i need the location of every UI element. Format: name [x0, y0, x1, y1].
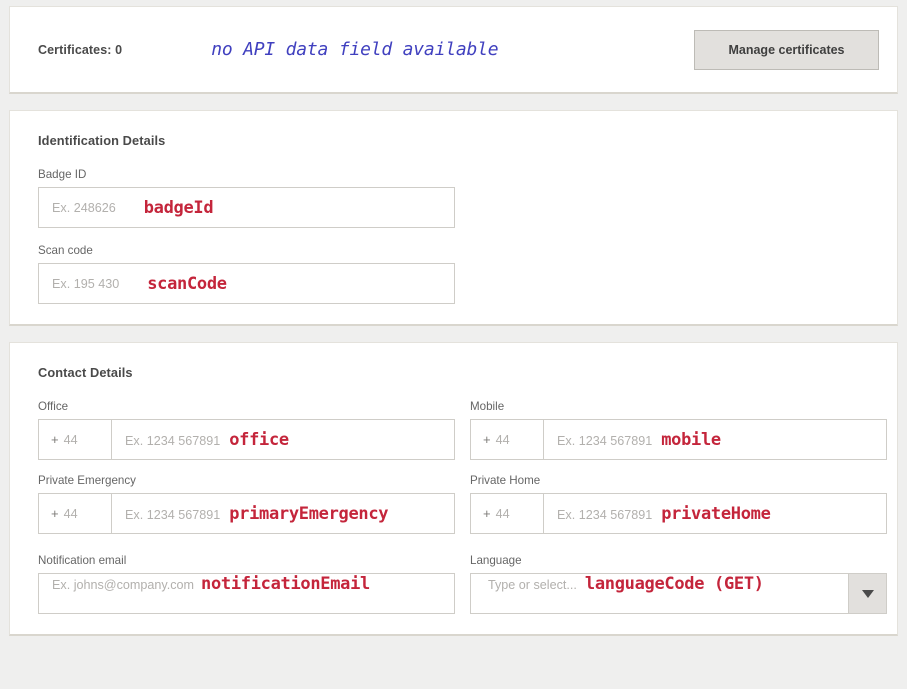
field-scan-code: Scan code Ex. 195 430 scanCode — [38, 244, 455, 304]
certificates-card: Certificates: 0 no API data field availa… — [9, 6, 898, 94]
scan-code-input[interactable]: Ex. 195 430 scanCode — [38, 263, 455, 304]
office-country-code[interactable]: + 44 — [39, 420, 112, 459]
mobile-country-code-value: 44 — [495, 432, 510, 447]
private-emergency-country-code-value: 44 — [63, 506, 78, 521]
language-combobox[interactable]: Type or select... languageCode (GET) — [470, 573, 887, 614]
private-emergency-phone-body: Ex. 1234 567891 primaryEmergency — [112, 504, 388, 524]
identification-details-card: Identification Details Badge ID Ex. 2486… — [9, 110, 898, 326]
scan-code-label: Scan code — [38, 244, 93, 257]
field-private-home: Private Home + 44 Ex. 1234 567891 privat… — [470, 474, 887, 534]
office-placeholder: Ex. 1234 567891 — [125, 433, 221, 448]
contact-fields-grid: Office + 44 Ex. 1234 567891 office Mobil… — [38, 400, 887, 614]
identification-section-title: Identification Details — [38, 133, 166, 148]
private-home-placeholder: Ex. 1234 567891 — [557, 507, 653, 522]
office-label: Office — [38, 400, 69, 413]
office-phone-input[interactable]: + 44 Ex. 1234 567891 office — [38, 419, 455, 460]
private-home-label: Private Home — [470, 474, 541, 487]
notification-email-input[interactable]: Ex. johns@company.com notificationEmail — [38, 573, 455, 614]
private-home-annotation: privateHome — [661, 503, 771, 524]
mobile-phone-input[interactable]: + 44 Ex. 1234 567891 mobile — [470, 419, 887, 460]
office-phone-body: Ex. 1234 567891 office — [112, 430, 289, 450]
api-data-note: no API data field available — [211, 39, 499, 60]
field-language: Language Type or select... languageCode … — [470, 548, 887, 614]
plus-icon: + — [483, 432, 491, 447]
mobile-country-code[interactable]: + 44 — [471, 420, 544, 459]
certificates-count-label: Certificates: 0 — [38, 42, 123, 57]
private-emergency-placeholder: Ex. 1234 567891 — [125, 507, 221, 522]
mobile-phone-body: Ex. 1234 567891 mobile — [544, 430, 721, 450]
private-home-phone-input[interactable]: + 44 Ex. 1234 567891 privateHome — [470, 493, 887, 534]
field-office: Office + 44 Ex. 1234 567891 office — [38, 400, 455, 460]
plus-icon: + — [51, 432, 59, 447]
language-label: Language — [470, 554, 522, 567]
contact-details-card: Contact Details Office + 44 Ex. 1234 567… — [9, 342, 898, 636]
notification-email-placeholder: Ex. johns@company.com — [52, 578, 195, 592]
scan-code-annotation: scanCode — [147, 273, 227, 294]
field-mobile: Mobile + 44 Ex. 1234 567891 mobile — [470, 400, 887, 460]
mobile-placeholder: Ex. 1234 567891 — [557, 433, 653, 448]
office-country-code-value: 44 — [63, 432, 78, 447]
field-notification-email: Notification email Ex. johns@company.com… — [38, 548, 455, 614]
private-emergency-label: Private Emergency — [38, 474, 136, 487]
mobile-annotation: mobile — [661, 429, 721, 450]
manage-certificates-button[interactable]: Manage certificates — [694, 29, 879, 70]
page-root: Certificates: 0 no API data field availa… — [0, 0, 907, 689]
badge-id-placeholder: Ex. 248626 — [52, 200, 116, 215]
plus-icon: + — [483, 506, 491, 521]
mobile-label: Mobile — [470, 400, 505, 413]
badge-id-input[interactable]: Ex. 248626 badgeId — [38, 187, 455, 228]
notification-email-label: Notification email — [38, 554, 127, 567]
badge-id-annotation: badgeId — [143, 197, 214, 218]
language-placeholder: Type or select... — [488, 578, 577, 592]
chevron-down-icon — [861, 589, 874, 598]
private-home-phone-body: Ex. 1234 567891 privateHome — [544, 504, 771, 524]
private-home-country-code-value: 44 — [495, 506, 510, 521]
private-emergency-phone-input[interactable]: + 44 Ex. 1234 567891 primaryEmergency — [38, 493, 455, 534]
field-private-emergency: Private Emergency + 44 Ex. 1234 567891 p… — [38, 474, 455, 534]
field-badge-id: Badge ID Ex. 248626 badgeId — [38, 168, 455, 228]
language-input[interactable]: Type or select... languageCode (GET) — [471, 574, 848, 613]
language-annotation: languageCode (GET) — [584, 574, 764, 594]
contact-section-title: Contact Details — [38, 365, 133, 380]
contact-section: Contact Details Office + 44 Ex. 1234 567… — [10, 343, 897, 634]
private-emergency-annotation: primaryEmergency — [229, 503, 389, 524]
identification-section: Identification Details Badge ID Ex. 2486… — [10, 111, 897, 324]
private-emergency-country-code[interactable]: + 44 — [39, 494, 112, 533]
notification-email-annotation: notificationEmail — [201, 574, 370, 594]
badge-id-label: Badge ID — [38, 168, 87, 181]
private-home-country-code[interactable]: + 44 — [471, 494, 544, 533]
plus-icon: + — [51, 506, 59, 521]
scan-code-placeholder: Ex. 195 430 — [52, 276, 120, 291]
language-dropdown-button[interactable] — [848, 574, 886, 613]
office-annotation: office — [229, 429, 289, 450]
